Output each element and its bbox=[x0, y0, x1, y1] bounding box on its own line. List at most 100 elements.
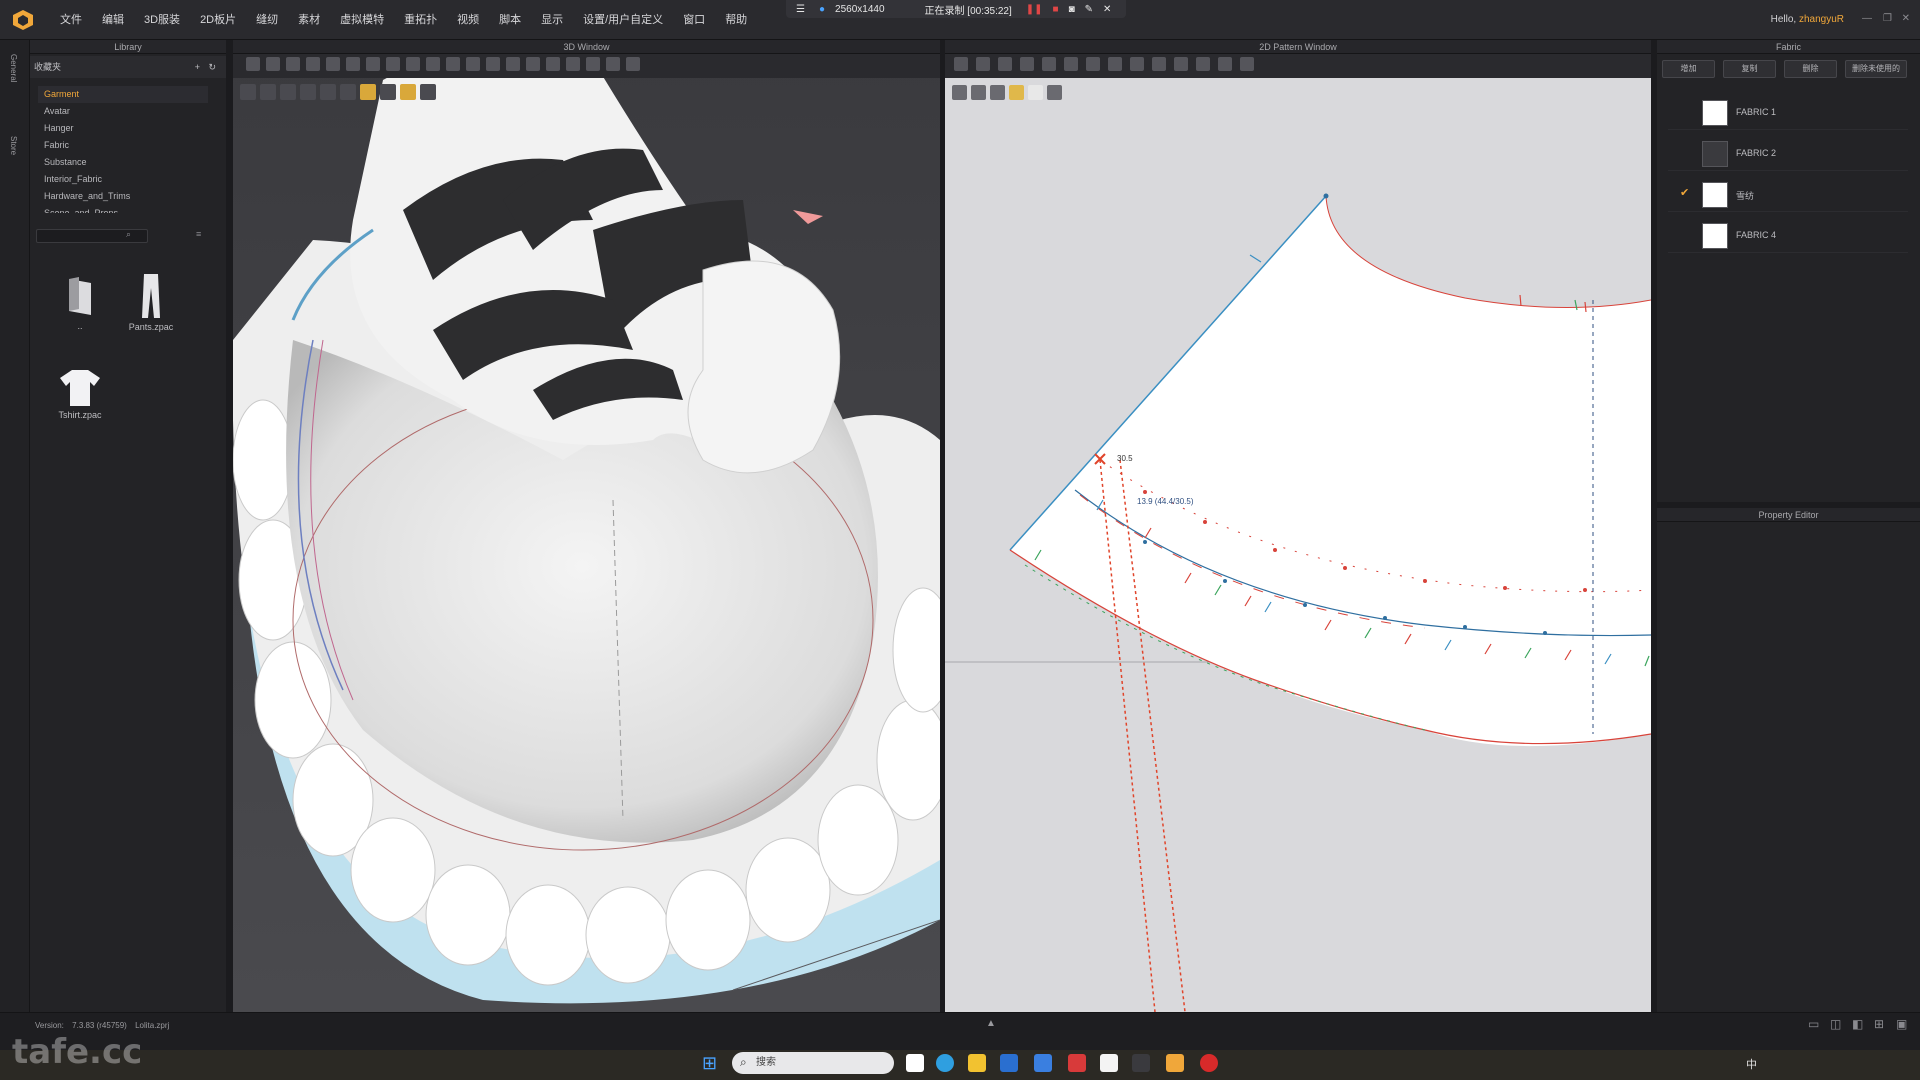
layout-quad-icon[interactable]: ⊞ bbox=[1874, 1017, 1884, 1031]
show-pin-icon[interactable] bbox=[990, 85, 1005, 100]
free-sewing-icon[interactable] bbox=[1174, 57, 1188, 71]
cut-tool-icon[interactable] bbox=[626, 57, 640, 71]
library-item-pants[interactable]: Pants.zpac bbox=[116, 272, 186, 332]
record-app-icon[interactable] bbox=[1200, 1054, 1218, 1072]
windows-start-icon[interactable]: ⊞ bbox=[702, 1053, 717, 1074]
menu-avatar[interactable]: 虚拟模特 bbox=[330, 0, 394, 40]
view-pin-icon[interactable] bbox=[380, 84, 396, 100]
delete-fabric-button[interactable]: 删除 bbox=[1784, 60, 1837, 78]
fold-line-tool-icon[interactable] bbox=[506, 57, 520, 71]
app-icon[interactable] bbox=[1132, 1054, 1150, 1072]
refresh-icon[interactable]: ↻ bbox=[208, 56, 216, 78]
dart-icon[interactable] bbox=[1108, 57, 1122, 71]
measure-tool-icon[interactable] bbox=[386, 57, 400, 71]
view-fabric-icon[interactable] bbox=[360, 84, 376, 100]
point-tool-icon[interactable] bbox=[366, 57, 380, 71]
menu-video[interactable]: 视频 bbox=[447, 0, 489, 40]
pin-tool-icon[interactable] bbox=[306, 57, 320, 71]
polygon-icon[interactable] bbox=[1020, 57, 1034, 71]
menu-materials[interactable]: 素材 bbox=[288, 0, 330, 40]
segment-tool-icon[interactable] bbox=[466, 57, 480, 71]
curve-point-icon[interactable] bbox=[1064, 57, 1078, 71]
fabric-item-1[interactable]: FABRIC 1 bbox=[1668, 94, 1908, 130]
2d-pattern-viewport[interactable]: 30.5 13.9 (44.4/30.5) bbox=[945, 40, 1651, 1012]
fabric-item-3[interactable]: ✔ 雪纺 bbox=[1668, 176, 1908, 212]
pleat-icon[interactable] bbox=[1130, 57, 1144, 71]
menu-2d-pattern[interactable]: 2D板片 bbox=[190, 0, 246, 40]
show-texture-icon[interactable] bbox=[1009, 85, 1024, 100]
menu-3d-garment[interactable]: 3D服装 bbox=[134, 0, 190, 40]
fabric-item-4[interactable]: FABRIC 4 bbox=[1668, 217, 1908, 253]
tree-item-interior-fabric[interactable]: Interior_Fabric bbox=[38, 171, 208, 188]
maximize-icon[interactable]: ❐ bbox=[1883, 13, 1892, 24]
view-texture-icon[interactable] bbox=[280, 84, 296, 100]
ime-indicator[interactable]: 中 bbox=[1746, 1056, 1757, 1072]
button-tool-icon[interactable] bbox=[546, 57, 560, 71]
edit-pattern-icon[interactable] bbox=[976, 57, 990, 71]
add-fabric-button[interactable]: 增加 bbox=[1662, 60, 1715, 78]
menu-settings[interactable]: 设置/用户自定义 bbox=[573, 0, 673, 40]
view-sun-icon[interactable] bbox=[400, 84, 416, 100]
view-hanger-icon[interactable] bbox=[320, 84, 336, 100]
trace-icon[interactable] bbox=[1218, 57, 1232, 71]
line-tool-icon[interactable] bbox=[426, 57, 440, 71]
tree-item-scene[interactable]: Scene_and_Props bbox=[38, 205, 208, 213]
favorites-label[interactable]: 收藏夹 bbox=[34, 62, 61, 72]
clo3d-app-icon[interactable] bbox=[1166, 1054, 1184, 1072]
show-info-icon[interactable] bbox=[1028, 85, 1043, 100]
menu-sewing[interactable]: 缝纫 bbox=[246, 0, 288, 40]
list-view-icon[interactable]: ≡ bbox=[196, 229, 201, 239]
stitch-tool-icon[interactable] bbox=[486, 57, 500, 71]
username[interactable]: zhangyuR bbox=[1799, 14, 1844, 25]
segment-sewing-icon[interactable] bbox=[1152, 57, 1166, 71]
mic-icon[interactable]: ● bbox=[819, 4, 825, 15]
tree-item-avatar[interactable]: Avatar bbox=[38, 103, 208, 120]
library-item-tshirt[interactable]: Tshirt.zpac bbox=[45, 368, 115, 420]
view-shaded-icon[interactable] bbox=[240, 84, 256, 100]
add-icon[interactable]: + bbox=[195, 56, 200, 78]
fabric-item-2[interactable]: FABRIC 2 bbox=[1668, 135, 1908, 171]
point-icon[interactable] bbox=[1042, 57, 1056, 71]
app-logo-icon[interactable] bbox=[12, 9, 34, 31]
minimize-icon[interactable]: — bbox=[1862, 13, 1872, 24]
zipper-tool-icon[interactable] bbox=[566, 57, 580, 71]
tree-item-garment[interactable]: Garment bbox=[38, 86, 208, 103]
move-tool-icon[interactable] bbox=[266, 57, 280, 71]
show-seam-icon[interactable] bbox=[971, 85, 986, 100]
menu-display[interactable]: 显示 bbox=[531, 0, 573, 40]
tree-item-substance[interactable]: Substance bbox=[38, 154, 208, 171]
tree-item-fabric[interactable]: Fabric bbox=[38, 137, 208, 154]
curve-tool-icon[interactable] bbox=[446, 57, 460, 71]
show-grid-icon[interactable] bbox=[952, 85, 967, 100]
layout-split-icon[interactable]: ◫ bbox=[1830, 1017, 1841, 1031]
view-light-icon[interactable] bbox=[340, 84, 356, 100]
view-grid-icon[interactable] bbox=[420, 84, 436, 100]
copy-fabric-button[interactable]: 复制 bbox=[1723, 60, 1776, 78]
2d-pattern-piece[interactable] bbox=[945, 40, 1651, 1012]
stop-icon[interactable]: ■ bbox=[1053, 4, 1059, 15]
edit-texture-icon[interactable] bbox=[1240, 57, 1254, 71]
taskbar-search-input[interactable]: 搜索 bbox=[732, 1052, 894, 1074]
select-tool-icon[interactable] bbox=[246, 57, 260, 71]
tab-store[interactable]: Store bbox=[9, 136, 18, 155]
tree-item-hanger[interactable]: Hanger bbox=[38, 120, 208, 137]
rectangle-icon[interactable] bbox=[998, 57, 1012, 71]
search-icon[interactable]: ⌕ bbox=[126, 229, 131, 240]
close-icon[interactable]: ✕ bbox=[1103, 4, 1111, 15]
camera-icon[interactable]: ◙ bbox=[1069, 4, 1075, 15]
window-close-icon[interactable]: ✕ bbox=[1902, 13, 1910, 24]
store-icon[interactable] bbox=[1000, 1054, 1018, 1072]
view-avatar-icon[interactable] bbox=[260, 84, 276, 100]
file-explorer-icon[interactable] bbox=[968, 1054, 986, 1072]
seam-tool-icon[interactable] bbox=[326, 57, 340, 71]
internal-line-icon[interactable] bbox=[1086, 57, 1100, 71]
pen-icon[interactable]: ✎ bbox=[1085, 4, 1093, 15]
library-item-up[interactable]: .. bbox=[45, 275, 115, 331]
layout-2d-icon[interactable]: ◧ bbox=[1852, 1017, 1863, 1031]
layout-custom-icon[interactable]: ▣ bbox=[1896, 1017, 1907, 1031]
view-person-icon[interactable] bbox=[300, 84, 316, 100]
mail-app-icon[interactable] bbox=[1034, 1054, 1052, 1072]
arrange-tool-icon[interactable] bbox=[346, 57, 360, 71]
menu-file[interactable]: 文件 bbox=[50, 0, 92, 40]
menu-edit[interactable]: 编辑 bbox=[92, 0, 134, 40]
